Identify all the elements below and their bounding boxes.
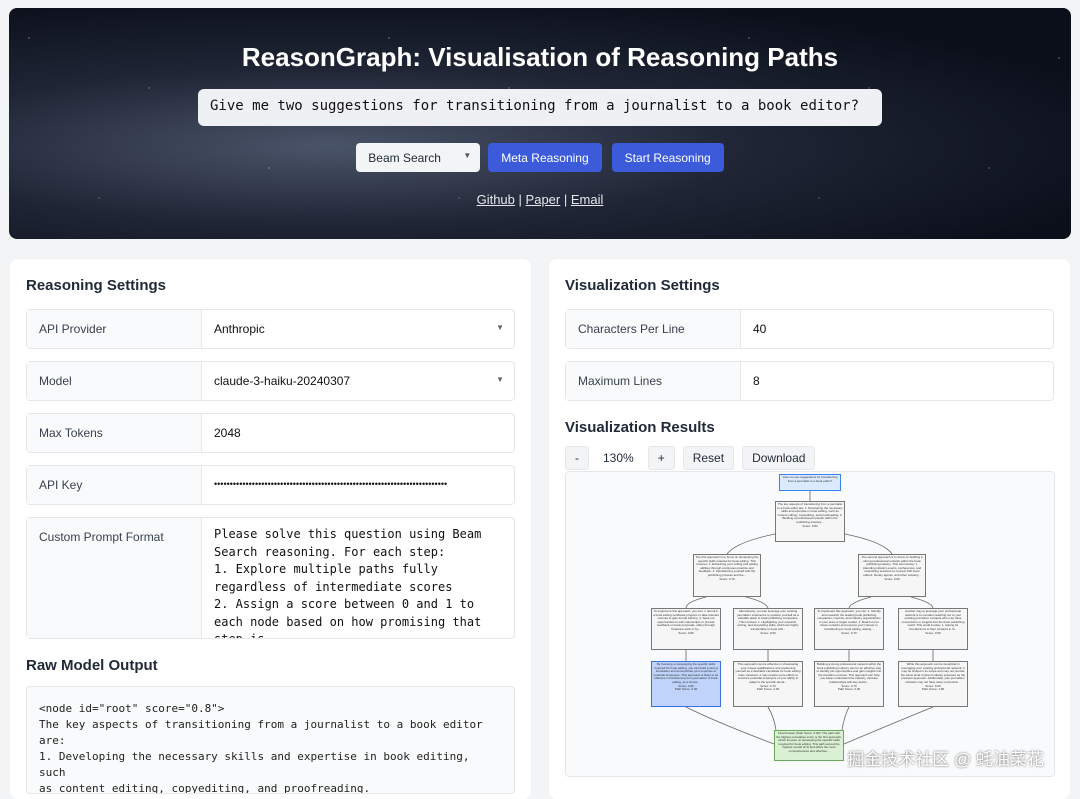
node-text: Final Answer (Path Score: 2.30): The pat… — [776, 731, 842, 753]
zoom-level: 130% — [603, 451, 634, 465]
download-button[interactable]: Download — [742, 446, 816, 470]
node-text: To implement this approach, you can: 1. … — [653, 609, 719, 631]
api-provider-select[interactable]: Anthropic ▼ — [202, 310, 514, 348]
field-label: API Provider — [27, 310, 202, 348]
node-text: Building a strong professional network w… — [816, 662, 882, 684]
field-value: claude-3-haiku-20240307 — [214, 374, 351, 388]
node-score: Score: 0.70 — [719, 576, 735, 581]
field-label: Custom Prompt Format — [27, 518, 202, 638]
reasoning-graph[interactable]: Give me two suggestions for transitionin… — [565, 471, 1055, 777]
method-select[interactable]: Beam Search ▼ — [356, 143, 481, 172]
reasoning-node[interactable]: The first approach is to focus on develo… — [693, 554, 761, 597]
max-lines-input[interactable]: 8 — [741, 362, 1053, 400]
meta-reasoning-button[interactable]: Meta Reasoning — [488, 143, 602, 172]
final-answer-node[interactable]: Final Answer (Path Score: 2.30): The pat… — [774, 730, 844, 761]
reasoning-node[interactable]: Building a strong professional network w… — [814, 661, 884, 707]
method-value: Beam Search — [368, 151, 441, 165]
max-tokens-input[interactable]: 2048 — [202, 414, 514, 452]
max-tokens-row: Max Tokens 2048 — [26, 413, 515, 453]
field-label: Characters Per Line — [566, 310, 741, 348]
node-score: Score: 0.60 — [884, 576, 900, 581]
max-lines-row: Maximum Lines 8 — [565, 361, 1054, 401]
zoom-toolbar: - 130% + Reset Download — [565, 446, 1054, 470]
paper-link[interactable]: Paper — [526, 192, 561, 207]
reasoning-node[interactable]: While this approach can be beneficial in… — [898, 661, 968, 707]
node-text: To implement this approach, you can: 1. … — [817, 609, 881, 631]
field-label: Maximum Lines — [566, 362, 741, 400]
model-select[interactable]: claude-3-haiku-20240307 ▼ — [202, 362, 514, 400]
zoom-out-button[interactable]: - — [565, 446, 589, 470]
reasoning-node[interactable]: The second approach is to focus on build… — [858, 554, 926, 597]
separator: | — [518, 192, 522, 207]
node-path: Path Score: 2.00 — [837, 687, 861, 692]
node-text: This approach can be effective in showca… — [735, 662, 801, 684]
reasoning-node[interactable]: By focusing on developing the specific s… — [651, 661, 721, 707]
separator: | — [563, 192, 568, 207]
chars-per-line-input[interactable]: 40 — [741, 310, 1053, 348]
chevron-down-icon: ▼ — [496, 375, 504, 384]
prompt-format-textarea[interactable]: Please solve this question using Beam Se… — [202, 518, 514, 638]
node-path: Path Score: 2.00 — [756, 687, 780, 692]
reasoning-node[interactable]: The key aspects of transitioning from a … — [775, 501, 845, 542]
reasoning-node[interactable]: Another way to leverage your professiona… — [898, 608, 968, 650]
chevron-down-icon: ▼ — [463, 151, 472, 160]
node-text: The key aspects of transitioning from a … — [777, 502, 843, 524]
field-label: Max Tokens — [27, 414, 202, 452]
node-path: Path Score: 2.30 — [674, 687, 698, 692]
header-banner: ReasonGraph: Visualisation of Reasoning … — [9, 8, 1071, 239]
github-link[interactable]: Github — [477, 192, 515, 207]
node-text: Alternatively, you can leverage your exi… — [737, 609, 799, 631]
api-key-row: API Key •••••••••••••••••••••••••••••••••… — [26, 465, 515, 505]
api-provider-row: API Provider Anthropic ▼ — [26, 309, 515, 349]
raw-output-textarea[interactable]: <node id="root" score="0.8"> The key asp… — [26, 686, 515, 794]
raw-output-title: Raw Model Output — [26, 657, 158, 674]
prompt-format-row: Custom Prompt Format Please solve this qu… — [26, 517, 515, 639]
reasoning-settings-panel: Reasoning Settings API Provider Anthropic… — [10, 259, 531, 799]
visualization-results-title: Visualization Results — [565, 419, 715, 436]
node-text: Another way to leverage your professiona… — [901, 609, 965, 631]
node-score: Score: 0.80 — [678, 630, 694, 635]
start-reasoning-button[interactable]: Start Reasoning — [611, 143, 724, 172]
reasoning-node[interactable]: To implement this approach, you can: 1. … — [814, 608, 884, 650]
zoom-in-button[interactable]: + — [647, 446, 675, 470]
visualization-settings-title: Visualization Settings — [565, 277, 720, 294]
node-text: The second approach is to focus on build… — [861, 555, 923, 577]
node-score: Score: 0.80 — [802, 523, 818, 528]
node-score: Score: 0.70 — [841, 630, 857, 635]
reasoning-node[interactable]: Alternatively, you can leverage your exi… — [733, 608, 803, 650]
links: Github | Paper | Email — [9, 192, 1071, 207]
reasoning-settings-title: Reasoning Settings — [26, 277, 167, 294]
visualization-panel: Visualization Settings Characters Per Li… — [549, 259, 1070, 799]
reasoning-node[interactable]: To implement this approach, you can: 1. … — [651, 608, 721, 650]
model-row: Model claude-3-haiku-20240307 ▼ — [26, 361, 515, 401]
question-node[interactable]: Give me two suggestions for transitionin… — [779, 474, 841, 491]
page-title: ReasonGraph: Visualisation of Reasoning … — [241, 42, 839, 72]
email-link[interactable]: Email — [571, 192, 604, 207]
chars-per-line-row: Characters Per Line 40 — [565, 309, 1054, 349]
reset-button[interactable]: Reset — [682, 446, 735, 470]
watermark: 掘金技术社区 @ 蚝油菜花 — [847, 750, 1044, 769]
question-input[interactable]: Give me two suggestions for transitionin… — [198, 89, 882, 126]
reasoning-node[interactable]: This approach can be effective in showca… — [733, 661, 803, 707]
node-path: Path Score: 1.80 — [921, 687, 945, 692]
node-text: While this approach can be beneficial in… — [900, 662, 966, 684]
api-key-input[interactable]: ••••••••••••••••••••••••••••••••••••••••… — [202, 466, 514, 504]
node-text: The first approach is to focus on develo… — [695, 555, 759, 577]
node-text: Give me two suggestions for transitionin… — [782, 475, 838, 483]
field-value: Anthropic — [214, 322, 265, 336]
node-score: Score: 0.60 — [760, 630, 776, 635]
node-text: By focusing on developing the specific s… — [653, 662, 719, 684]
chevron-down-icon: ▼ — [496, 323, 504, 332]
field-label: API Key — [27, 466, 202, 504]
field-label: Model — [27, 362, 202, 400]
node-score: Score: 0.50 — [925, 630, 941, 635]
